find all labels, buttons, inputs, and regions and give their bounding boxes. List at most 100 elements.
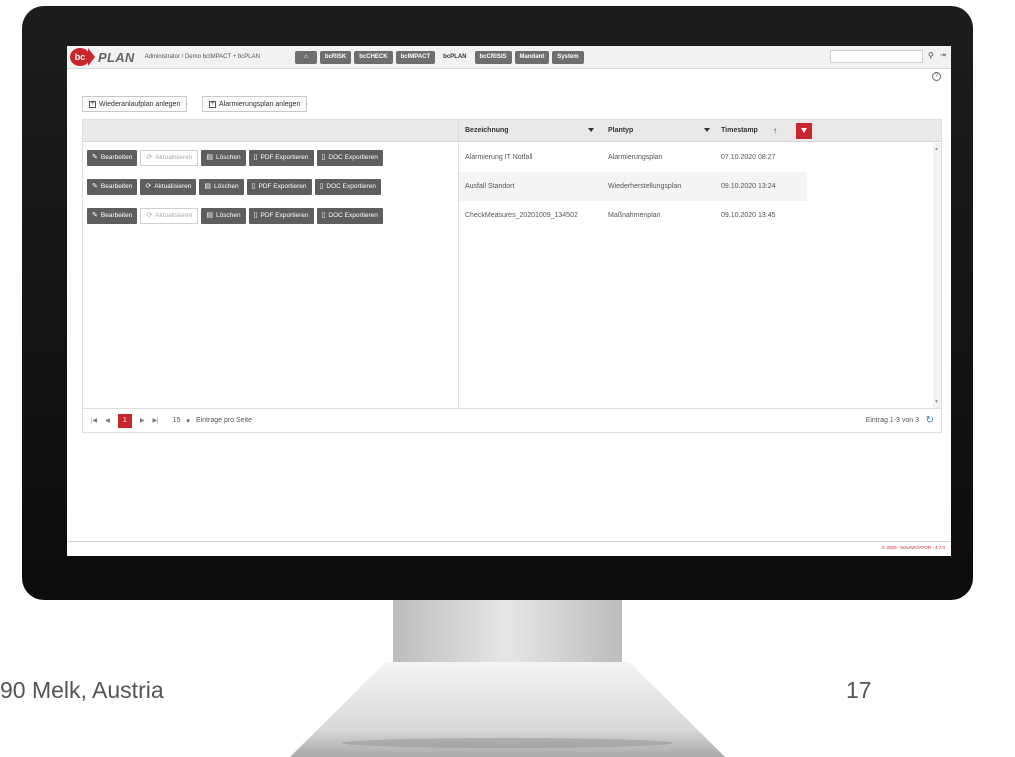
pdf-export-button[interactable]: ▯ PDF Exportieren: [248, 208, 314, 224]
delete-label: Löschen: [216, 212, 241, 219]
edit-button[interactable]: ✎ Bearbeiten: [87, 208, 138, 224]
delete-button[interactable]: ▤ Löschen: [199, 179, 244, 195]
cell-bezeichnung: Ausfall Standort: [465, 183, 515, 190]
cell-plantyp: Maßnahmenplan: [608, 212, 661, 219]
nav-home[interactable]: ⌂: [294, 50, 317, 64]
pager: |◀ ◀ 1 ▶ ▶| 15 ▾ Eintrage pro Seite Eint…: [82, 409, 942, 433]
table-row: ✎ Bearbeiten ⟳ Aktualisieren ▤ Löschen ▯ PDF…: [83, 172, 941, 201]
refresh-icon: ⟳: [145, 183, 152, 190]
current-page[interactable]: 1: [117, 413, 132, 428]
doc-export-button[interactable]: ▯ DOC Exportieren: [316, 208, 383, 224]
pdf-export-button[interactable]: ▯ PDF Exportieren: [248, 150, 314, 166]
update-label: Aktualisieren: [155, 212, 193, 219]
nav-bccrisis[interactable]: bcCRISIS: [474, 50, 512, 64]
document-icon: ▯: [253, 212, 258, 219]
top-bar: bc PLAN Administrator / Demo bcIMPACT + …: [67, 46, 951, 69]
next-page-icon[interactable]: ▶: [140, 417, 145, 424]
refresh-icon[interactable]: ↻: [926, 415, 934, 426]
doc-export-button[interactable]: ▯ DOC Exportieren: [316, 150, 383, 166]
delete-button[interactable]: ▤ Löschen: [201, 208, 246, 224]
pencil-icon: ✎: [92, 154, 98, 161]
table-row: ✎ Bearbeiten ⟳ Aktualisieren ▤ Löschen ▯ PDF…: [83, 201, 941, 230]
pdf-export-label: PDF Exportieren: [260, 212, 309, 219]
first-page-icon[interactable]: |◀: [91, 417, 97, 424]
copyright: © 2020 - bcNAVIGATOR - 4.7.0: [881, 545, 945, 550]
search-input[interactable]: [830, 50, 923, 63]
col-header-label: Timestamp: [721, 127, 758, 134]
trash-icon: ▤: [206, 212, 214, 219]
plans-grid: Bezeichnung Plantyp Timestamp ↑ ✎ Bearbei…: [82, 119, 942, 409]
col-header-label: Bezeichnung: [465, 127, 509, 134]
search-icon[interactable]: ⚲: [928, 51, 934, 60]
pencil-icon: ✎: [92, 212, 98, 219]
app-logo[interactable]: bc PLAN: [70, 48, 135, 66]
edit-label: Bearbeiten: [100, 154, 133, 161]
doc-export-label: DOC Exportieren: [326, 183, 376, 190]
nav-bcplan[interactable]: bcPLAN: [438, 51, 471, 64]
last-page-icon[interactable]: ▶|: [152, 417, 158, 424]
doc-export-label: DOC Exportieren: [328, 154, 378, 161]
col-header-label: Plantyp: [608, 127, 634, 134]
sort-ascending-icon[interactable]: ↑: [773, 120, 777, 142]
edit-button[interactable]: ✎ Bearbeiten: [87, 150, 138, 166]
filter-icon[interactable]: [704, 128, 710, 132]
prev-page-icon[interactable]: ◀: [105, 417, 110, 424]
monitor-stand-neck: [393, 600, 622, 666]
filter-active-icon[interactable]: [796, 123, 812, 139]
col-header-timestamp[interactable]: Timestamp: [715, 120, 805, 142]
pager-info: Eintrag 1-3 von 3: [865, 417, 919, 424]
nav-bccheck[interactable]: bcCHECK: [354, 50, 393, 64]
delete-label: Löschen: [214, 183, 239, 190]
main-nav: ⌂ bcRISK bcCHECK bcIMPACT bcPLAN bcCRISI…: [294, 50, 584, 64]
logo-arrow: [88, 48, 95, 66]
page-size-select[interactable]: 15 ▾ Eintrage pro Seite: [173, 417, 252, 425]
nav-system[interactable]: System: [552, 50, 584, 64]
document-icon: ▯: [253, 154, 258, 161]
update-label: Aktualisieren: [154, 183, 192, 190]
scroll-down-icon[interactable]: ▼: [934, 399, 939, 405]
slide: 90 Melk, Austria 17 bc PLAN Administrato…: [0, 0, 1015, 757]
refresh-icon: ⟳: [146, 154, 153, 161]
refresh-icon: ⟳: [146, 212, 153, 219]
trash-icon: ▤: [206, 154, 214, 161]
delete-button[interactable]: ▤ Löschen: [201, 150, 246, 166]
doc-export-button[interactable]: ▯ DOC Exportieren: [314, 179, 381, 195]
row-actions: ✎ Bearbeiten ⟳ Aktualisieren ▤ Löschen ▯ PDF…: [87, 150, 383, 166]
home-icon: ⌂: [304, 53, 308, 60]
cell-timestamp: 07.10.2020 08:27: [721, 154, 776, 161]
footer-divider: [67, 541, 951, 542]
cell-timestamp: 09.10.2020 13:24: [721, 183, 776, 190]
document-icon: ▯: [321, 154, 326, 161]
help-icon[interactable]: ?: [932, 72, 941, 81]
cell-bezeichnung: CheckMeasures_20201009_134502: [465, 212, 578, 219]
row-cells[interactable]: Alarmierung IT Notfall Alarmierungsplan …: [459, 143, 807, 172]
row-actions: ✎ Bearbeiten ⟳ Aktualisieren ▤ Löschen ▯ PDF…: [87, 208, 383, 224]
nav-mandant[interactable]: Mandant: [514, 50, 550, 64]
cell-bezeichnung: Alarmierung IT Notfall: [465, 154, 533, 161]
col-header-bezeichnung[interactable]: Bezeichnung: [459, 120, 602, 142]
row-cells[interactable]: Ausfall Standort Wiederherstellungsplan …: [459, 172, 807, 201]
pdf-export-button[interactable]: ▯ PDF Exportieren: [246, 179, 312, 195]
vertical-scrollbar[interactable]: [933, 143, 941, 408]
table-row: ✎ Bearbeiten ⟳ Aktualisieren ▤ Löschen ▯ PDF…: [83, 143, 941, 172]
col-header-plantyp[interactable]: Plantyp: [602, 120, 715, 142]
logout-icon[interactable]: ⇥: [940, 51, 946, 59]
nav-bcimpact[interactable]: bcIMPACT: [395, 50, 436, 64]
doc-export-label: DOC Exportieren: [328, 212, 378, 219]
create-recovery-plan-button[interactable]: + Wiederanlaufplan anlegen: [82, 96, 188, 112]
edit-button[interactable]: ✎ Bearbeiten: [87, 179, 138, 195]
row-cells[interactable]: CheckMeasures_20201009_134502 Maßnahmenp…: [459, 201, 807, 230]
document-icon: ▯: [319, 183, 324, 190]
slide-page-number: 17: [846, 677, 872, 703]
scroll-up-icon[interactable]: ▲: [934, 146, 939, 152]
create-alert-plan-label: Alarmierungsplan anlegen: [219, 100, 301, 108]
trash-icon: ▤: [204, 183, 212, 190]
filter-icon[interactable]: [588, 128, 594, 132]
page-size-value: 15: [172, 417, 181, 424]
update-button[interactable]: ⟳ Aktualisieren: [140, 179, 197, 195]
nav-bcrisk[interactable]: bcRISK: [319, 50, 352, 64]
logo-text: PLAN: [98, 49, 135, 65]
pdf-export-label: PDF Exportieren: [260, 154, 309, 161]
create-alert-plan-button[interactable]: + Alarmierungsplan anlegen: [202, 96, 308, 112]
update-label: Aktualisieren: [155, 154, 193, 161]
